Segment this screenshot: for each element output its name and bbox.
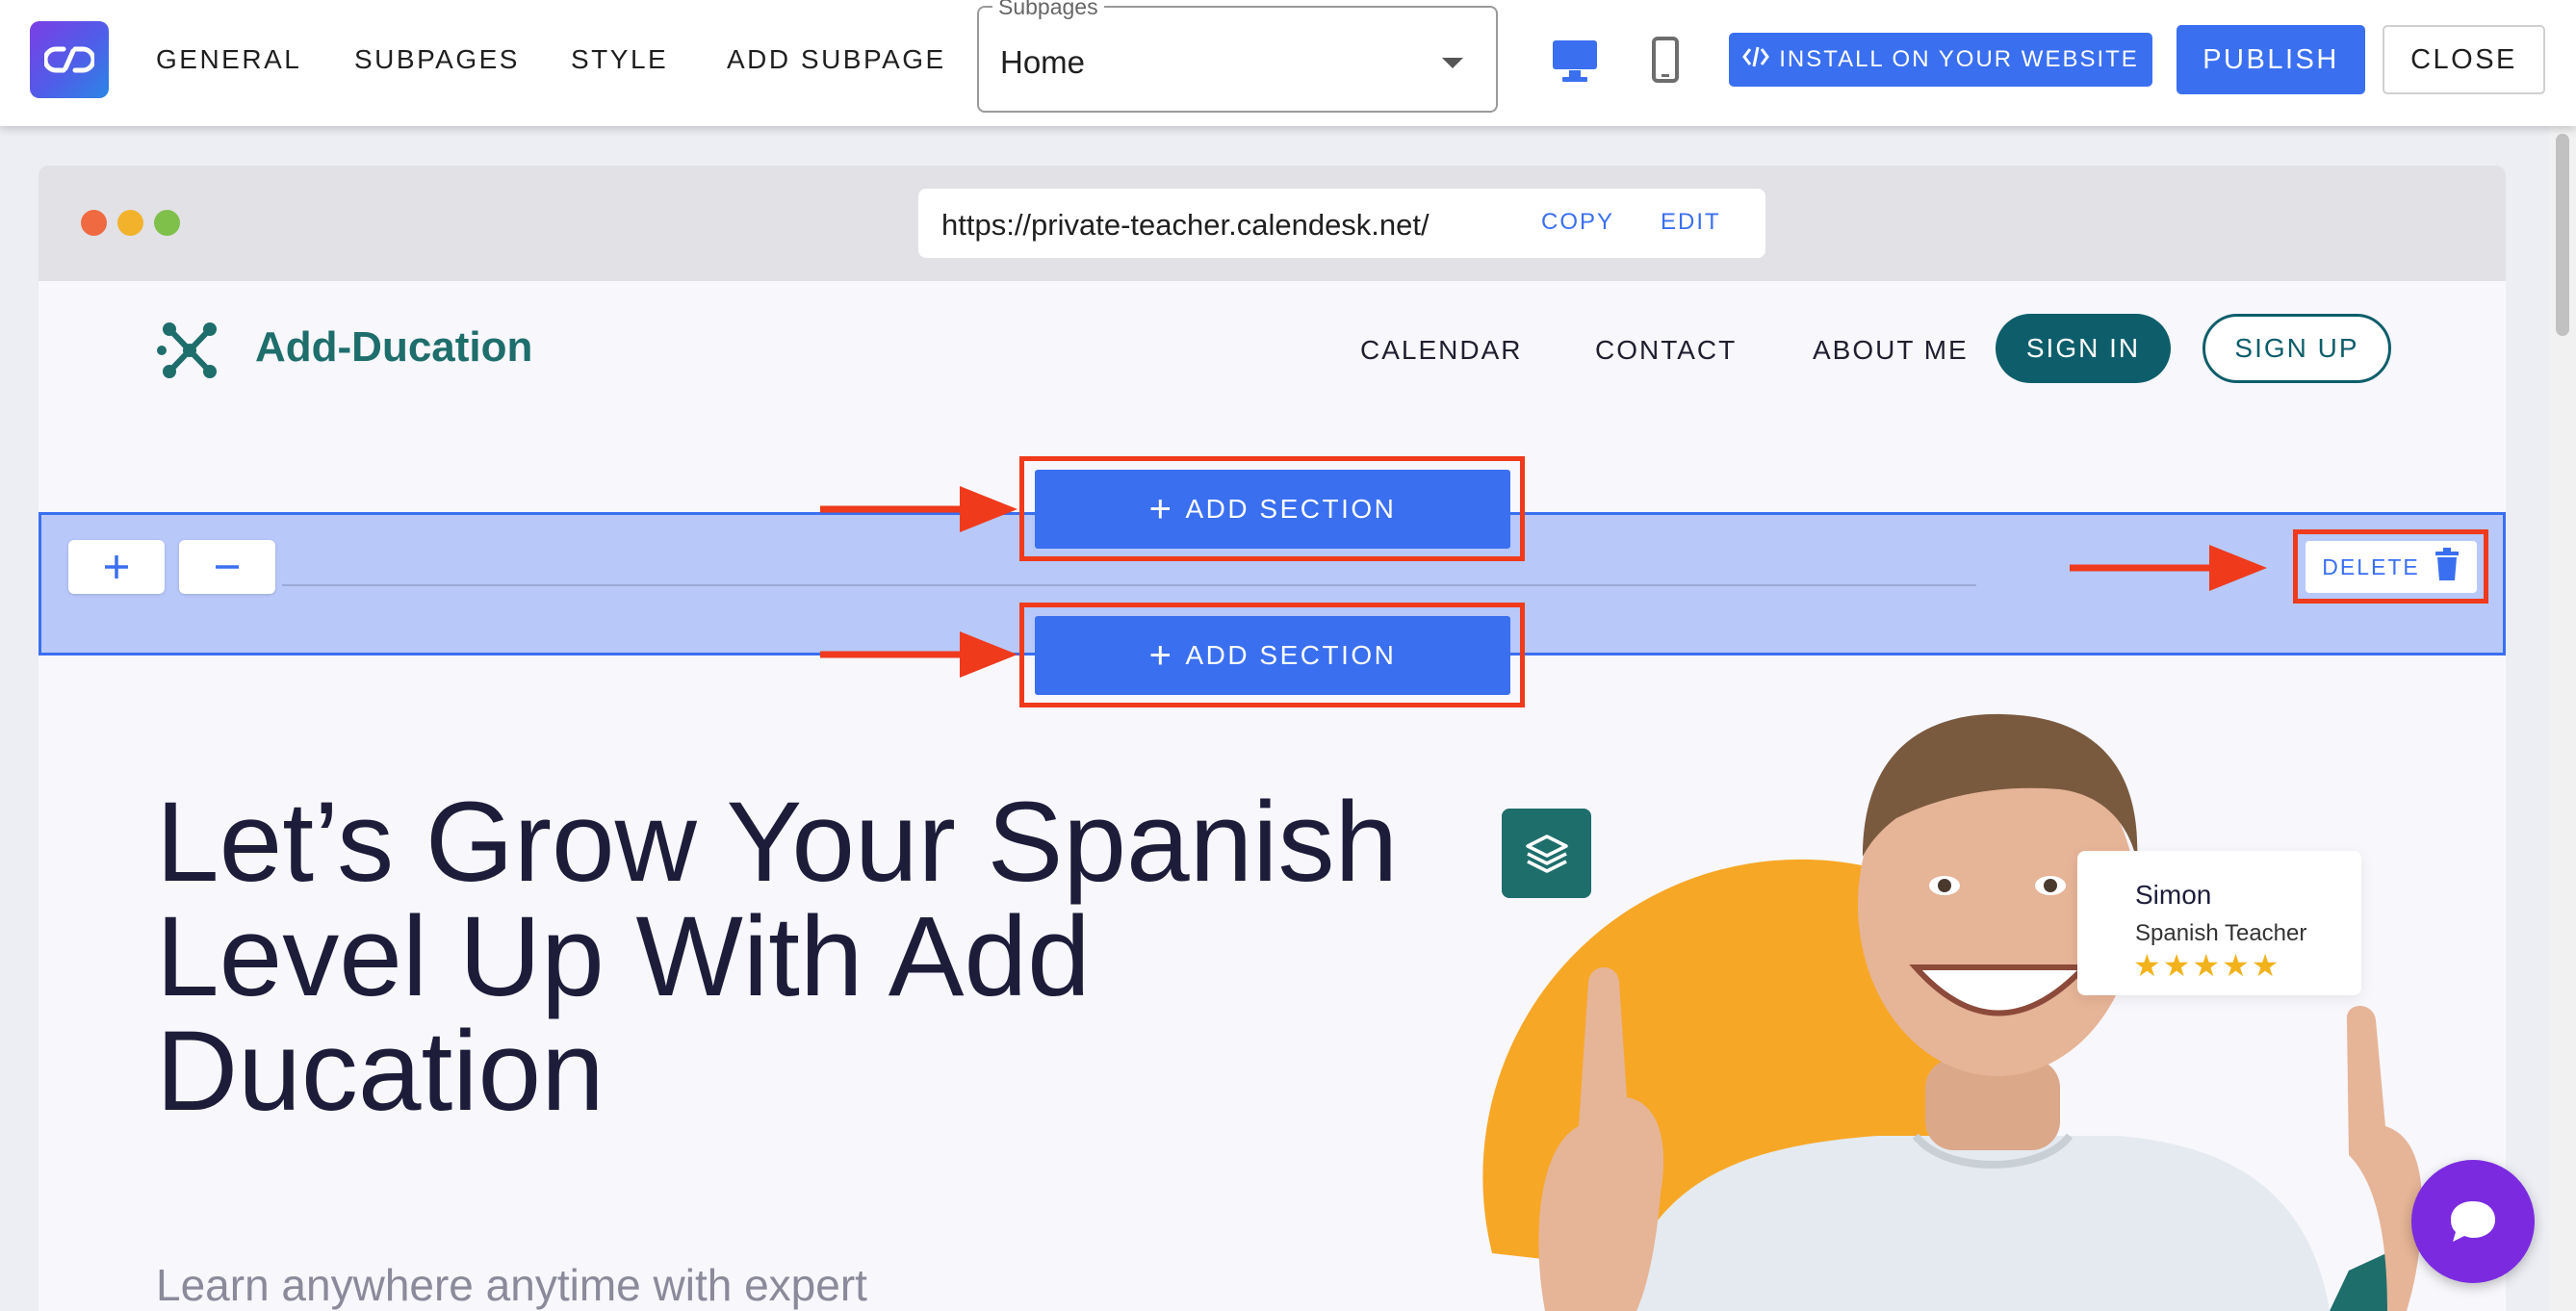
layers-icon <box>1502 809 1591 898</box>
subpages-label: Subpages <box>992 0 1104 20</box>
window-close-dot <box>81 210 107 236</box>
install-label: INSTALL ON YOUR WEBSITE <box>1779 46 2139 72</box>
code-icon <box>1742 45 1770 75</box>
url-text: https://private-teacher.calendesk.net/ <box>941 208 1430 242</box>
minus-icon <box>216 565 239 569</box>
plus-icon: + <box>1148 488 1174 530</box>
tab-general[interactable]: GENERAL <box>156 40 301 79</box>
editor-toolbar: GENERAL SUBPAGES STYLE ADD SUBPAGE Subpa… <box>0 0 2576 126</box>
url-bar: https://private-teacher.calendesk.net/ C… <box>918 189 1765 258</box>
tab-subpages[interactable]: SUBPAGES <box>354 40 520 79</box>
subpages-select[interactable]: Subpages Home <box>977 0 1498 113</box>
add-section-label: ADD SECTION <box>1185 494 1397 524</box>
browser-chrome: https://private-teacher.calendesk.net/ C… <box>39 166 2506 281</box>
add-section-label: ADD SECTION <box>1185 640 1397 670</box>
delete-section-button[interactable]: DELETE <box>2306 541 2477 593</box>
add-section-highlight-bottom: + ADD SECTION <box>1019 603 1525 707</box>
sign-in-button[interactable]: SIGN IN <box>1996 314 2171 383</box>
arrow-right-icon <box>2070 545 2267 591</box>
hero-subtitle: Learn anywhere anytime with expert <box>156 1260 867 1310</box>
trash-icon <box>2434 547 2460 587</box>
add-section-button-top[interactable]: + ADD SECTION <box>1035 470 1510 549</box>
publish-button[interactable]: PUBLISH <box>2177 25 2365 94</box>
site-navbar: Add-Ducation CALENDAR CONTACT ABOUT ME S… <box>39 281 2506 416</box>
chat-support-button[interactable] <box>2411 1160 2535 1283</box>
mobile-icon[interactable] <box>1638 35 1692 85</box>
site-link-calendar[interactable]: CALENDAR <box>1360 335 1522 366</box>
copy-url-button[interactable]: COPY <box>1541 209 1614 236</box>
arrow-right-icon <box>820 631 1018 678</box>
teacher-name: Simon <box>2135 880 2212 910</box>
window-minimize-dot <box>117 210 143 236</box>
teacher-role: Spanish Teacher <box>2135 920 2307 946</box>
section-divider <box>282 584 1976 586</box>
site-brand-name[interactable]: Add-Ducation <box>255 323 532 372</box>
subpages-value: Home <box>1000 44 1086 80</box>
scrollbar[interactable] <box>2549 126 2576 1311</box>
plus-icon <box>105 555 128 578</box>
sign-up-button[interactable]: SIGN UP <box>2202 314 2391 383</box>
scrollbar-thumb[interactable] <box>2556 134 2569 336</box>
add-section-highlight-top: + ADD SECTION <box>1019 456 1525 561</box>
hero-title-line-1: Let’s Grow Your Spanish <box>156 779 1399 906</box>
plus-icon: + <box>1148 634 1174 677</box>
hero-title: Let’s Grow Your Spanish Level Up With Ad… <box>156 785 1455 1129</box>
hero-title-line-2: Level Up With Add <box>156 893 1091 1020</box>
hero-teacher-image <box>1482 713 2423 1311</box>
site-link-about-me[interactable]: ABOUT ME <box>1813 335 1969 366</box>
site-link-contact[interactable]: CONTACT <box>1595 335 1737 366</box>
chevron-down-icon <box>1442 58 1463 68</box>
install-on-website-button[interactable]: INSTALL ON YOUR WEBSITE <box>1729 33 2152 87</box>
collapse-section-button[interactable] <box>179 540 275 594</box>
hero-title-line-3: Ducation <box>156 1008 605 1135</box>
chat-icon <box>2451 1201 2495 1242</box>
expand-section-button[interactable] <box>68 540 165 594</box>
browser-preview: https://private-teacher.calendesk.net/ C… <box>39 166 2506 1311</box>
teacher-card: Simon Spanish Teacher ★★★★★ <box>2077 851 2361 995</box>
close-button[interactable]: CLOSE <box>2383 25 2545 94</box>
tab-style[interactable]: STYLE <box>571 40 668 79</box>
tab-add-subpage[interactable]: ADD SUBPAGE <box>727 40 946 79</box>
delete-label: DELETE <box>2322 553 2420 579</box>
desktop-icon[interactable] <box>1548 35 1602 85</box>
app-logo-icon[interactable] <box>30 21 109 98</box>
window-maximize-dot <box>154 210 180 236</box>
arrow-right-icon <box>820 486 1018 532</box>
edit-url-button[interactable]: EDIT <box>1661 209 1721 236</box>
delete-highlight: DELETE <box>2293 529 2488 604</box>
rating-stars: ★★★★★ <box>2133 948 2281 983</box>
brand-logo-icon <box>156 320 223 386</box>
add-section-button-bottom[interactable]: + ADD SECTION <box>1035 616 1510 695</box>
